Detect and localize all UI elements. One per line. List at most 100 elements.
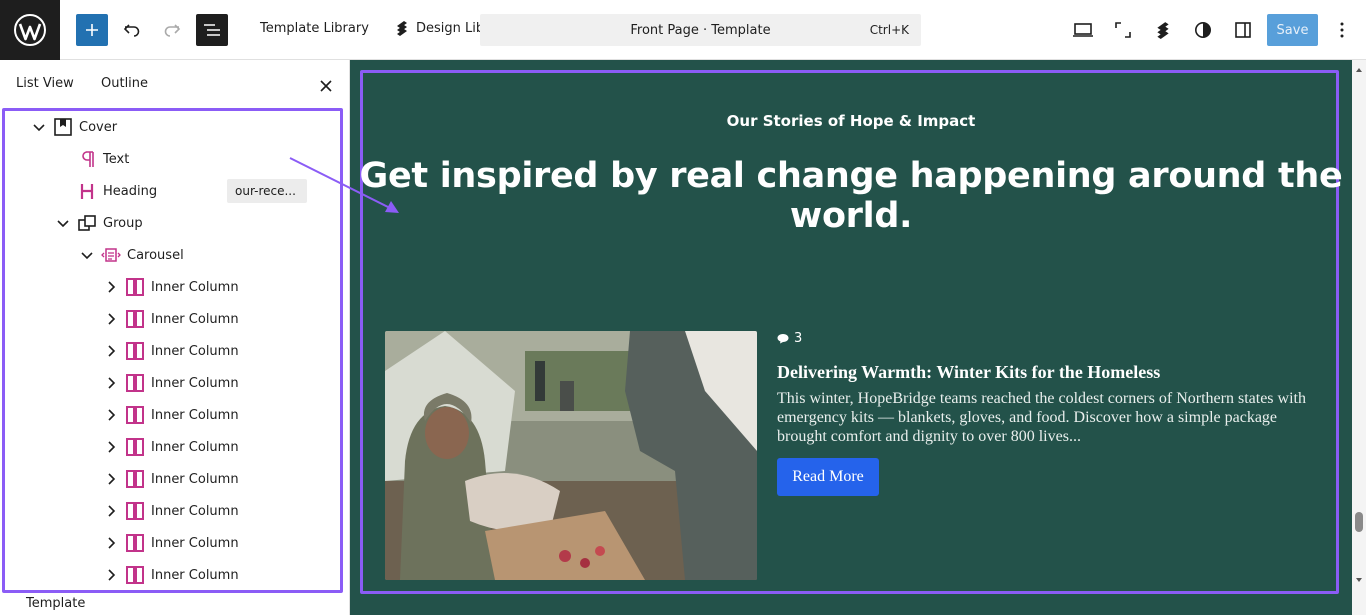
- list-view-item[interactable]: Inner Column: [5, 495, 340, 527]
- list-view-item-label: Cover: [79, 120, 118, 135]
- styles-button[interactable]: [1189, 16, 1217, 44]
- list-view-item[interactable]: Cover: [5, 111, 340, 143]
- document-overview-button[interactable]: [196, 14, 228, 46]
- tab-outline[interactable]: Outline: [101, 76, 148, 91]
- chevron-down-icon[interactable]: [55, 215, 71, 231]
- cover-icon: [53, 117, 73, 137]
- scroll-down-icon[interactable]: [1355, 576, 1363, 584]
- chevron-down-icon[interactable]: [31, 119, 47, 135]
- settings-sidebar-button[interactable]: [1229, 16, 1257, 44]
- editor-canvas[interactable]: Our Stories of Hope & Impact Get inspire…: [350, 60, 1352, 615]
- fullscreen-button[interactable]: [1109, 16, 1137, 44]
- comment-icon: [777, 334, 789, 344]
- list-view-item-label: Inner Column: [151, 376, 239, 391]
- list-view-item-label: Inner Column: [151, 408, 239, 423]
- redo-button[interactable]: [156, 14, 188, 46]
- stackable-settings-button[interactable]: [1149, 16, 1177, 44]
- list-view-item[interactable]: Inner Column: [5, 271, 340, 303]
- column-icon: [125, 309, 145, 329]
- heading-icon: [77, 181, 97, 201]
- add-block-button[interactable]: [76, 14, 108, 46]
- list-view-item[interactable]: Text: [5, 143, 340, 175]
- list-view-item-label: Carousel: [127, 248, 184, 263]
- column-icon: [125, 501, 145, 521]
- list-view-item[interactable]: Carousel: [5, 239, 340, 271]
- post-featured-image[interactable]: [385, 331, 757, 580]
- chevron-right-icon[interactable]: [103, 343, 119, 359]
- paragraph-icon: [77, 149, 97, 169]
- list-view-item[interactable]: Inner Column: [5, 335, 340, 367]
- section-eyebrow-text[interactable]: Our Stories of Hope & Impact: [350, 112, 1352, 130]
- expand-icon: [1115, 22, 1131, 38]
- column-icon: [125, 405, 145, 425]
- section-heading[interactable]: Get inspired by real change happening ar…: [350, 156, 1352, 236]
- tab-list-view[interactable]: List View: [16, 76, 74, 91]
- list-view-item[interactable]: Inner Column: [5, 367, 340, 399]
- chevron-right-icon[interactable]: [103, 535, 119, 551]
- chevron-right-icon[interactable]: [103, 471, 119, 487]
- group-icon: [77, 213, 97, 233]
- list-view-item-label: Inner Column: [151, 312, 239, 327]
- column-icon: [125, 565, 145, 585]
- list-view-item[interactable]: Inner Column: [5, 399, 340, 431]
- column-icon: [125, 341, 145, 361]
- list-view-item-label: Inner Column: [151, 280, 239, 295]
- panel-tabs: List View Outline: [0, 60, 350, 108]
- chevron-right-icon[interactable]: [103, 279, 119, 295]
- redo-icon: [164, 24, 181, 37]
- list-view-item-label: Heading: [103, 184, 158, 199]
- read-more-button[interactable]: Read More: [777, 458, 879, 496]
- plus-icon: [86, 24, 98, 36]
- laptop-icon: [1073, 23, 1093, 37]
- html-anchor-badge: our-rece...: [227, 179, 307, 203]
- list-view-item-label: Inner Column: [151, 344, 239, 359]
- chevron-right-icon[interactable]: [103, 503, 119, 519]
- wordpress-logo-button[interactable]: [0, 0, 60, 60]
- document-title: Front Page · Template: [630, 23, 771, 38]
- scrollbar-thumb[interactable]: [1355, 512, 1363, 532]
- post-title[interactable]: Delivering Warmth: Winter Kits for the H…: [777, 362, 1160, 383]
- list-view-item[interactable]: Inner Column: [5, 463, 340, 495]
- undo-button[interactable]: [116, 14, 148, 46]
- column-icon: [125, 437, 145, 457]
- list-view-icon: [204, 24, 220, 36]
- list-view-item[interactable]: Inner Column: [5, 527, 340, 559]
- list-view-item[interactable]: Inner Column: [5, 303, 340, 335]
- chevron-right-icon[interactable]: [103, 407, 119, 423]
- post-excerpt[interactable]: This winter, HopeBridge teams reached th…: [777, 389, 1317, 446]
- template-library-link[interactable]: Template Library: [260, 21, 369, 36]
- more-vertical-icon: [1340, 22, 1344, 38]
- sidebar-toggle-icon: [1235, 22, 1251, 38]
- list-view-item[interactable]: Inner Column: [5, 431, 340, 463]
- scroll-up-icon[interactable]: [1355, 66, 1363, 74]
- command-palette-bar[interactable]: Front Page · Template Ctrl+K: [480, 14, 921, 46]
- chevron-right-icon[interactable]: [103, 311, 119, 327]
- stackable-logo-icon: [397, 21, 407, 36]
- canvas-scrollbar[interactable]: [1352, 60, 1366, 615]
- list-view-item-label: Inner Column: [151, 472, 239, 487]
- comment-count: 3: [777, 331, 802, 346]
- preview-device-button[interactable]: [1069, 16, 1097, 44]
- undo-icon: [123, 24, 140, 37]
- list-view-tree: Cover Text Heading our-rece... Group Carousel…: [2, 108, 343, 593]
- editor-toolbar: Template Library Design Library Front Pa…: [0, 0, 1366, 60]
- wordpress-icon: [14, 14, 46, 46]
- comment-count-value: 3: [794, 331, 803, 346]
- options-button[interactable]: [1328, 16, 1356, 44]
- chevron-right-icon[interactable]: [103, 375, 119, 391]
- list-view-item[interactable]: Inner Column: [5, 559, 340, 591]
- list-view-item[interactable]: Heading our-rece...: [5, 175, 340, 207]
- list-view-item-label: Inner Column: [151, 440, 239, 455]
- column-icon: [125, 469, 145, 489]
- chevron-right-icon[interactable]: [103, 439, 119, 455]
- close-icon: [320, 80, 332, 92]
- column-icon: [125, 373, 145, 393]
- close-panel-button[interactable]: [316, 76, 336, 96]
- list-view-item[interactable]: Group: [5, 207, 340, 239]
- command-shortcut: Ctrl+K: [869, 23, 909, 37]
- template-breadcrumb[interactable]: Template: [26, 596, 85, 611]
- chevron-down-icon[interactable]: [79, 247, 95, 263]
- chevron-right-icon[interactable]: [103, 567, 119, 583]
- save-button[interactable]: Save: [1267, 14, 1318, 46]
- featured-photo-illustration: [385, 331, 757, 580]
